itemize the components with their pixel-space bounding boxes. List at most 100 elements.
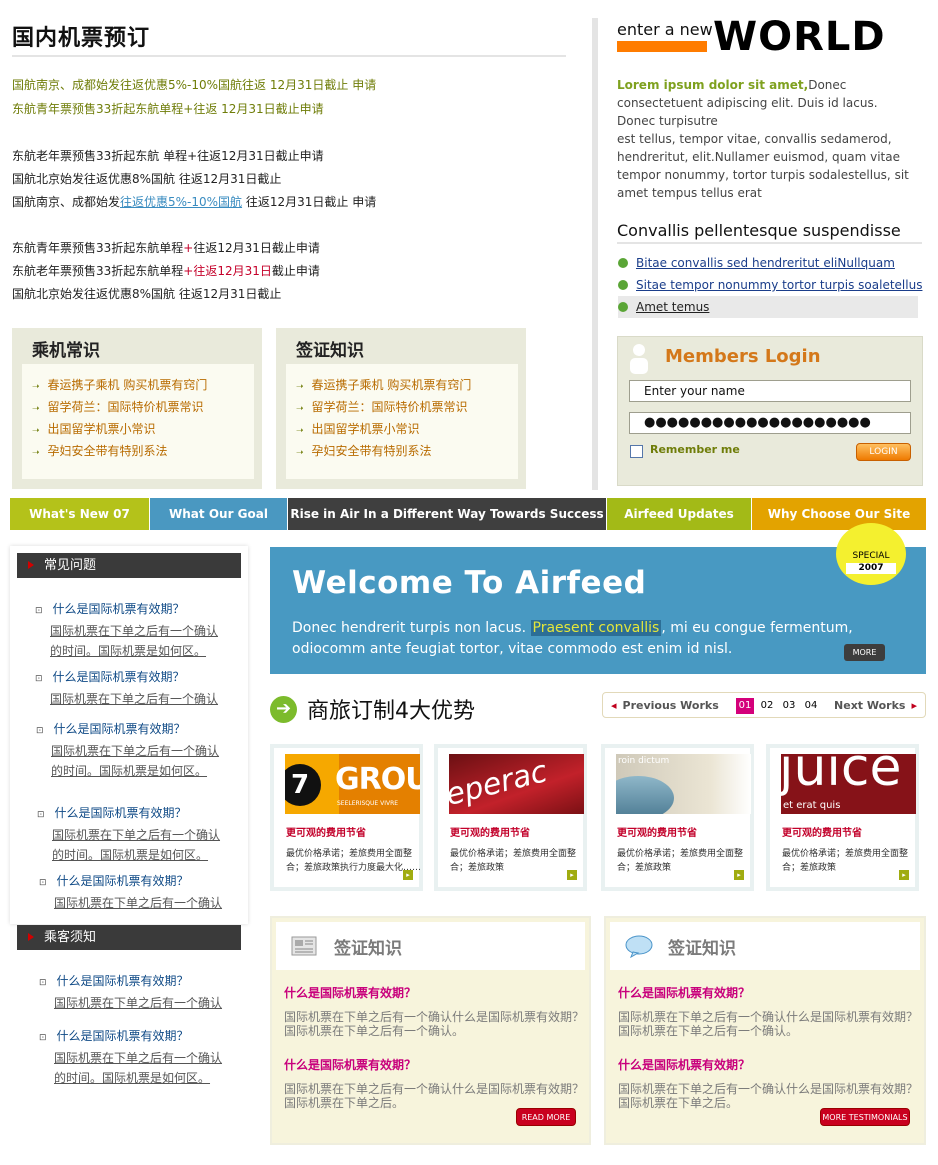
promo-notice[interactable]: 东航青年票预售33折起东航单程+往返 12月31日截止申请 [12, 101, 324, 117]
visa-tips-box: 签证知识 春运携子乘机 购买机票有窍门 留学荷兰：国际特价机票常识 出国留学机票… [276, 328, 526, 489]
tagline-small: enter a new [617, 20, 713, 39]
visa-info-box: 签证知识 什么是国际机票有效期？ 国际机票在下单之后有一个确认什么是国际机票有效… [270, 916, 591, 1145]
faq-question[interactable]: 什么是国际机票有效期？ [284, 984, 416, 1001]
notice-link[interactable]: 往返优惠5%-10%国航 [120, 195, 242, 209]
faq-question[interactable]: 什么是国际机票有效期？ [36, 719, 219, 741]
password-input[interactable]: ●●●●●●●●●●●●●●●●●●●● [629, 412, 911, 434]
notice-item[interactable]: 东航老年票预售33折起东航 单程+往返12月31日截止申请 [12, 148, 324, 164]
box-title: 签证知识 [296, 341, 364, 361]
tip-link[interactable]: 留学荷兰：国际特价机票常识 [32, 397, 254, 419]
user-icon [630, 344, 648, 374]
tagline-big: WORLD [713, 14, 886, 60]
nav-item-why[interactable]: Why Choose Our Site [752, 498, 926, 530]
faq-item[interactable]: 什么是国际机票有效期？ 国际机票在下单之后有一个确认 的时间。国际机票是如何区。 [35, 599, 218, 661]
faq-question[interactable]: 什么是国际机票有效期？ [39, 971, 222, 993]
page-4[interactable]: 04 [802, 698, 820, 714]
notice-item[interactable]: 国航北京始发往返优惠8%国航 往返12月31日截止 [12, 171, 281, 187]
link-label: Bitae convallis sed hendreritut eliNullq… [636, 256, 895, 270]
nav-item-goal[interactable]: What Our Goal [150, 498, 288, 530]
card-thumbnail: eperac [449, 754, 584, 814]
tip-link[interactable]: 留学荷兰：国际特价机票常识 [296, 397, 518, 419]
go-arrow-icon[interactable]: ▸ [567, 870, 577, 880]
special-year: 2007 [846, 563, 896, 574]
faq-item[interactable]: 什么是国际机票有效期？ 国际机票在下单之后有一个确认 的时间。国际机票是如何区。 [37, 803, 220, 865]
tip-link[interactable]: 孕妇安全带有特别系法 [32, 441, 254, 463]
convallis-link[interactable]: Bitae convallis sed hendreritut eliNullq… [618, 256, 895, 270]
feature-card[interactable]: eperac 更可观的费用节省 最优价格承诺；差旅费用全面整合；差旅政策 ▸ [434, 744, 587, 891]
faq-item[interactable]: 什么是国际机票有效期？ 国际机票在下单之后有一个确认 的时间。国际机票是如何区。 [36, 719, 219, 781]
feature-card[interactable]: 7 GROUP SEELERISQUE VIVRE 更可观的费用节省 最优价格承… [270, 744, 423, 891]
faq-answer: 国际机票在下单之后有一个确认 [54, 996, 223, 1010]
welcome-body: Donec hendrerit turpis non lacus. Praese… [292, 618, 892, 660]
page-2[interactable]: 02 [758, 698, 776, 714]
more-button[interactable]: MORE [844, 644, 885, 661]
faq-question[interactable]: 什么是国际机票有效期？ [35, 599, 218, 621]
page-1[interactable]: 01 [736, 698, 754, 714]
go-arrow-icon[interactable]: ▸ [403, 870, 413, 880]
faq-answer: 国际机票在下单之后有一个确认 [52, 828, 221, 842]
read-more-button[interactable]: READ MORE [516, 1108, 576, 1126]
notice-header: 乘客须知 [17, 925, 241, 950]
welcome-banner: Welcome To Airfeed Donec hendrerit turpi… [270, 523, 926, 674]
box-header: 签证知识 [610, 922, 920, 970]
tip-link[interactable]: 春运携子乘机 购买机票有窍门 [296, 375, 518, 397]
nav-item-whats-new[interactable]: What's New 07 [10, 498, 150, 530]
faq-answer: 国际机票在下单之后有一个确认 [50, 692, 219, 706]
feature-card[interactable]: juice et erat quis 更可观的费用节省 最优价格承诺；差旅费用全… [766, 744, 919, 891]
faq-item[interactable]: 什么是国际机票有效期？ 国际机票在下单之后有一个确认 [39, 971, 222, 1013]
remember-checkbox[interactable] [630, 445, 643, 458]
box-title: 乘机常识 [32, 341, 100, 361]
boarding-tips-box: 乘机常识 春运携子乘机 购买机票有窍门 留学荷兰：国际特价机票常识 出国留学机票… [12, 328, 262, 489]
faq-item[interactable]: 什么是国际机票有效期？ 国际机票在下单之后有一个确认 [39, 871, 222, 913]
go-arrow-icon[interactable]: ▸ [899, 870, 909, 880]
bullet-icon [618, 280, 628, 290]
username-input[interactable]: Enter your name [629, 380, 911, 402]
faq-answer: 国际机票在下单之后有一个确认 [54, 1051, 223, 1065]
notice-item[interactable]: 东航青年票预售33折起东航单程+往返12月31日截止申请 [12, 240, 320, 256]
tip-link[interactable]: 出国留学机票小常识 [32, 419, 254, 441]
bullet-icon [618, 258, 628, 268]
notice-item[interactable]: 东航老年票预售33折起东航单程+往返12月31日截止申请 [12, 263, 320, 279]
faq-question[interactable]: 什么是国际机票有效期？ [618, 1056, 750, 1073]
tip-link[interactable]: 春运携子乘机 购买机票有窍门 [32, 375, 254, 397]
card-title[interactable]: 更可观的费用节省 [617, 824, 697, 839]
feature-card[interactable]: roin dictum 更可观的费用节省 最优价格承诺；差旅费用全面整合；差旅政… [601, 744, 754, 891]
card-title[interactable]: 更可观的费用节省 [782, 824, 862, 839]
faq-header: 常见问题 [17, 553, 241, 578]
page-3[interactable]: 03 [780, 698, 798, 714]
previous-works-link[interactable]: Previous Works [611, 699, 719, 712]
special-label: SPECIAL [852, 551, 890, 561]
box-title: 签证知识 [668, 939, 736, 959]
notice-highlight: +往返12月31日 [183, 264, 272, 278]
card-title[interactable]: 更可观的费用节省 [450, 824, 530, 839]
go-arrow-icon[interactable]: ▸ [734, 870, 744, 880]
faq-question[interactable]: 什么是国际机票有效期？ [39, 871, 222, 893]
faq-answer: 国际机票在下单之后有一个确认什么是国际机票有效期？国际机票在下单之后。 [618, 1082, 919, 1110]
section-title: Convallis pellentesque suspendisse [617, 221, 922, 244]
notice-item[interactable]: 国航北京始发往返优惠8%国航 往返12月31日截止 [12, 286, 281, 302]
card-body: 最优价格承诺；差旅费用全面整合；差旅政策执行力度最大化…… [286, 849, 422, 873]
convallis-link[interactable]: Amet temus [618, 296, 918, 318]
faq-question[interactable]: 什么是国际机票有效期？ [618, 984, 750, 1001]
card-title[interactable]: 更可观的费用节省 [286, 824, 366, 839]
convallis-link[interactable]: Sitae tempor nonummy tortor turpis soale… [618, 278, 922, 292]
notice-text: 往返12月31日截止申请 [193, 241, 320, 255]
nav-item-updates[interactable]: Airfeed Updates [607, 498, 752, 530]
faq-question[interactable]: 什么是国际机票有效期？ [35, 667, 218, 689]
faq-item[interactable]: 什么是国际机票有效期？ 国际机票在下单之后有一个确认 的时间。国际机票是如何区。 [39, 1026, 222, 1088]
faq-answer: 国际机票在下单之后有一个确认 [51, 744, 220, 758]
tip-link[interactable]: 出国留学机票小常识 [296, 419, 518, 441]
thumb-subtext: SEELERISQUE VIVRE [337, 800, 399, 807]
promo-notice[interactable]: 国航南京、成都始发往返优惠5%-10%国航往返 12月31日截止 申请 [12, 77, 376, 93]
thumb-text: GROUP [335, 762, 420, 797]
faq-question[interactable]: 什么是国际机票有效期？ [37, 803, 220, 825]
faq-item[interactable]: 什么是国际机票有效期？ 国际机票在下单之后有一个确认 [35, 667, 218, 709]
more-testimonials-button[interactable]: MORE TESTIMONIALS [820, 1108, 910, 1126]
tip-link[interactable]: 孕妇安全带有特别系法 [296, 441, 518, 463]
faq-question[interactable]: 什么是国际机票有效期？ [39, 1026, 222, 1048]
next-works-link[interactable]: Next Works [834, 699, 917, 712]
nav-item-rise[interactable]: Rise in Air In a Different Way Towards S… [288, 498, 607, 530]
faq-question[interactable]: 什么是国际机票有效期？ [284, 1056, 416, 1073]
login-button[interactable]: LOGIN [856, 443, 911, 461]
card-thumbnail: roin dictum [616, 754, 751, 814]
